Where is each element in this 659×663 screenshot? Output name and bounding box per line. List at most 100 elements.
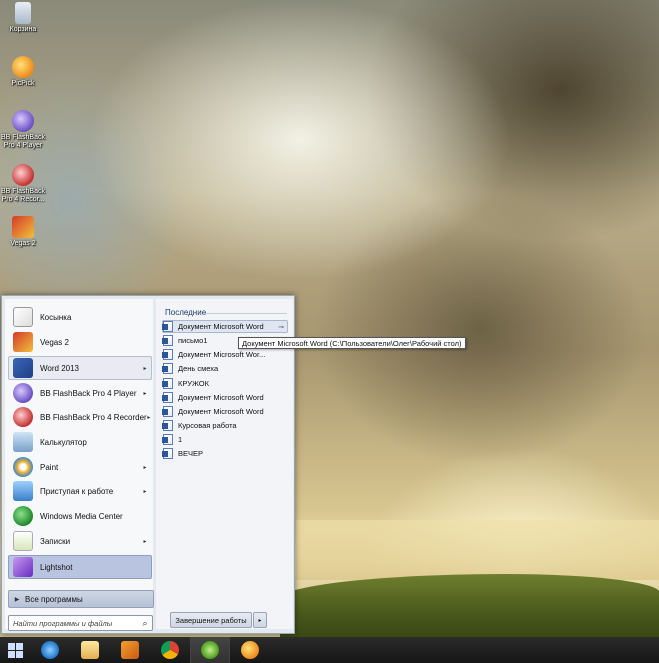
submenu-arrow-icon[interactable]: ▸ <box>147 414 151 421</box>
recent-item[interactable]: Курсовая работа <box>162 419 288 432</box>
recent-item[interactable]: КРУЖОК <box>162 377 288 390</box>
chrome-icon <box>161 641 179 659</box>
recent-item-label: Документ Microsoft Wor... <box>178 350 266 359</box>
desktop-icon-label: Vegas 2 <box>10 240 36 247</box>
calculator-icon <box>13 432 33 452</box>
submenu-arrow-icon[interactable]: ▸ <box>139 464 151 471</box>
desktop-icon-vegas[interactable]: Vegas 2 <box>0 216 46 248</box>
taskbar-item-explorer[interactable] <box>70 637 110 663</box>
word-document-icon <box>162 406 173 417</box>
shutdown-label: Завершение работы <box>175 615 247 625</box>
picpick-icon <box>12 56 34 78</box>
word-document-icon <box>162 420 173 431</box>
program-label: Windows Media Center <box>40 511 123 521</box>
program-label: Записки <box>40 536 71 546</box>
hill <box>280 574 659 637</box>
program-label: Paint <box>40 462 59 472</box>
search-placeholder: Найти программы и файлы <box>13 618 113 628</box>
desktop-icon-recycle-bin[interactable]: Корзина <box>0 2 46 34</box>
recent-item[interactable]: Документ Microsoft Wor... <box>162 348 288 361</box>
program-lightshot[interactable]: Lightshot <box>8 555 152 579</box>
submenu-arrow-icon[interactable]: ▸ <box>139 365 151 372</box>
desktop-icon-bb-recorder[interactable]: BB FlashBack Pro 4 Recor... <box>0 164 46 204</box>
recent-item-label: КРУЖОК <box>178 379 209 388</box>
media-player-icon <box>121 641 139 659</box>
recent-item[interactable]: День смеха <box>162 362 288 375</box>
search-icon[interactable]: ⌕ <box>138 618 152 629</box>
word-document-icon <box>162 363 173 374</box>
taskbar-item-chrome[interactable] <box>150 637 190 663</box>
shutdown-options-button[interactable]: ▸ <box>253 612 267 628</box>
start-button[interactable] <box>0 637 30 663</box>
recent-item-label: Документ Microsoft Word <box>178 407 264 416</box>
program-sticky-notes[interactable]: Записки ▸ <box>8 529 152 553</box>
vegas-icon <box>12 216 34 238</box>
desktop-icon-label: BB FlashBack Pro 4 Player <box>1 134 45 149</box>
utorrent-icon <box>201 641 219 659</box>
sea <box>296 520 659 580</box>
sticky-notes-icon <box>13 531 33 551</box>
word-document-icon <box>162 349 173 360</box>
getting-started-icon <box>13 481 33 501</box>
recent-item-tooltip: Документ Microsoft Word (C:\Пользователи… <box>238 337 466 349</box>
taskbar-item-media[interactable] <box>110 637 150 663</box>
taskbar-item-ie[interactable] <box>30 637 70 663</box>
submenu-arrow-icon[interactable]: ▸ <box>139 488 151 495</box>
vegas-icon <box>13 332 33 352</box>
bb-recorder-icon <box>12 164 34 186</box>
submenu-arrow-icon[interactable]: ▸ <box>139 538 151 545</box>
desktop-icon-label: BB FlashBack Pro 4 Recor... <box>1 188 45 203</box>
desktop-icon-label: Корзина <box>9 26 37 33</box>
recent-item[interactable]: Документ Microsoft Word <box>162 391 288 404</box>
recent-item[interactable]: 1 <box>162 433 288 446</box>
word-icon <box>13 358 33 378</box>
desktop-icon-bb-player[interactable]: BB FlashBack Pro 4 Player <box>0 110 46 150</box>
file-explorer-icon <box>81 641 99 659</box>
desktop-icon-label: PicPick <box>11 80 35 87</box>
recent-item-label: ВЕЧЕР <box>178 449 204 458</box>
program-word[interactable]: Word 2013 ▸ <box>8 356 152 380</box>
recent-item-label: Документ Microsoft Word <box>178 393 264 402</box>
taskbar-item-utorrent[interactable] <box>190 637 230 663</box>
picpick-icon <box>241 641 259 659</box>
taskbar <box>0 637 659 663</box>
program-label: Lightshot <box>40 562 73 572</box>
program-label: Приступая к работе <box>40 486 114 496</box>
pin-icon[interactable]: ⊸ <box>275 323 287 331</box>
program-solitaire[interactable]: Косынка <box>8 305 152 329</box>
submenu-arrow-icon[interactable]: ▸ <box>139 390 151 397</box>
desktop-icon-picpick[interactable]: PicPick <box>0 56 46 88</box>
paint-icon <box>13 457 33 477</box>
word-document-icon <box>162 378 173 389</box>
program-label: BB FlashBack Pro 4 Recorder <box>40 412 147 422</box>
media-center-icon <box>13 506 33 526</box>
program-vegas[interactable]: Vegas 2 <box>8 330 152 354</box>
word-document-icon <box>162 448 173 459</box>
all-programs-label: Все программы <box>25 594 83 604</box>
bb-recorder-icon <box>13 407 33 427</box>
internet-explorer-icon <box>41 641 59 659</box>
recent-item-label: Курсовая работа <box>178 421 237 430</box>
expand-arrow-icon: ▶ <box>14 596 20 603</box>
program-getting-started[interactable]: Приступая к работе ▸ <box>8 479 152 503</box>
recent-item[interactable]: Документ Microsoft Word <box>162 405 288 418</box>
shutdown-button[interactable]: Завершение работы <box>170 612 252 628</box>
program-media-center[interactable]: Windows Media Center <box>8 504 152 528</box>
solitaire-icon <box>13 307 33 327</box>
windows-logo-icon <box>7 642 23 658</box>
program-calculator[interactable]: Калькулятор <box>8 430 152 454</box>
all-programs-button[interactable]: ▶ Все программы <box>8 590 154 608</box>
search-input[interactable]: Найти программы и файлы ⌕ <box>8 615 153 631</box>
recent-item-label: День смеха <box>178 364 219 373</box>
recent-item[interactable]: ВЕЧЕР <box>162 447 288 460</box>
program-label: BB FlashBack Pro 4 Player <box>40 388 137 398</box>
recent-item[interactable]: Документ Microsoft Word ⊸ <box>162 320 288 333</box>
word-document-icon <box>162 434 173 445</box>
program-bb-player[interactable]: BB FlashBack Pro 4 Player ▸ <box>8 381 152 405</box>
recent-item-label: 1 <box>178 435 183 444</box>
program-paint[interactable]: Paint ▸ <box>8 455 152 479</box>
word-document-icon <box>162 321 173 332</box>
recent-item-label: Документ Microsoft Word <box>178 322 264 331</box>
program-bb-recorder[interactable]: BB FlashBack Pro 4 Recorder ▸ <box>8 405 152 429</box>
taskbar-item-picpick[interactable] <box>230 637 270 663</box>
